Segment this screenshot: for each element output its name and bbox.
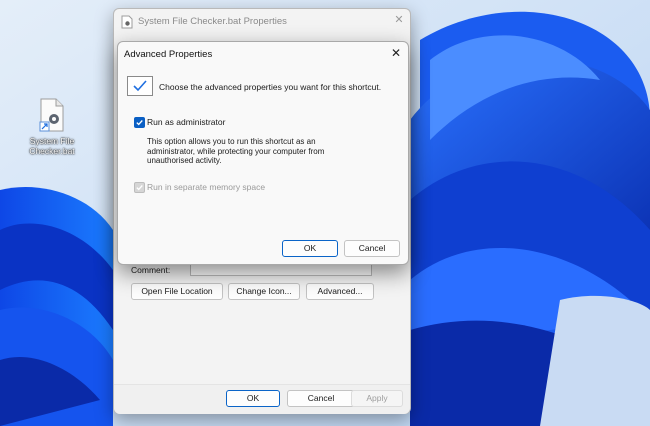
properties-cancel-button[interactable]: Cancel: [287, 390, 355, 407]
run-as-admin-checkbox[interactable]: [134, 117, 145, 128]
advanced-properties-dialog: Advanced Properties ✕ Choose the advance…: [117, 41, 409, 265]
close-icon[interactable]: ✕: [389, 46, 403, 62]
open-file-location-button[interactable]: Open File Location: [131, 283, 223, 300]
label-line-2: Checker.bat: [29, 146, 75, 156]
comment-label: Comment:: [131, 265, 171, 275]
desktop-shortcut-label: System File Checker.bat: [22, 136, 82, 156]
run-as-admin-description: This option allows you to run this short…: [147, 137, 377, 166]
close-icon[interactable]: ✕: [392, 13, 406, 29]
properties-titlebar[interactable]: System File Checker.bat Properties ✕: [114, 9, 410, 35]
ok-button[interactable]: OK: [282, 240, 338, 257]
separate-memory-label: Run in separate memory space: [147, 182, 266, 192]
properties-ok-button[interactable]: OK: [226, 390, 280, 407]
desktop-shortcut[interactable]: System File Checker.bat: [22, 98, 82, 156]
shortcut-check-icon: [127, 76, 153, 96]
intro-text: Choose the advanced properties you want …: [159, 82, 382, 92]
description-line-3: unauthorised activity.: [147, 156, 222, 165]
label-line-1: System File: [29, 136, 75, 146]
gear-file-icon: [39, 98, 65, 132]
dialog-title: Advanced Properties: [124, 49, 213, 60]
description-line-2: administrator, while protecting your com…: [147, 146, 325, 156]
description-line-1: This option allows you to run this short…: [147, 137, 316, 146]
properties-title: System File Checker.bat Properties: [138, 16, 287, 27]
separate-memory-checkbox: [134, 182, 145, 193]
run-as-admin-label[interactable]: Run as administrator: [147, 117, 225, 127]
cancel-button[interactable]: Cancel: [344, 240, 400, 257]
change-icon-button[interactable]: Change Icon...: [228, 283, 300, 300]
advanced-button[interactable]: Advanced...: [306, 283, 374, 300]
file-icon: [121, 15, 133, 29]
apply-button[interactable]: Apply: [351, 390, 403, 407]
